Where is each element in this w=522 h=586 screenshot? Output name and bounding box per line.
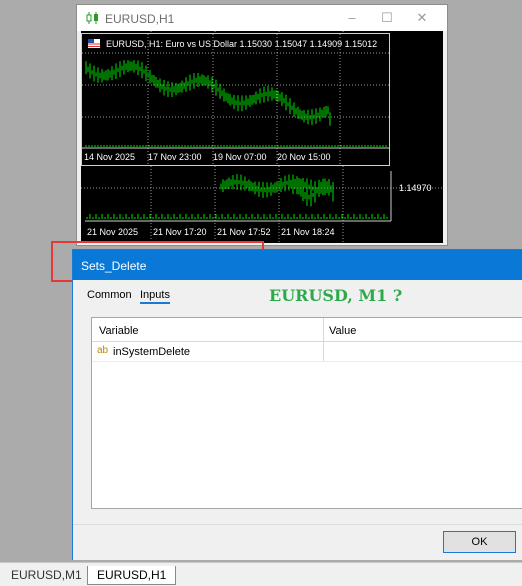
table-header: Variable Value [92,318,522,342]
h1-time-label: 20 Nov 15:00 [277,152,331,162]
close-icon[interactable]: ✕ [407,8,437,28]
column-header-variable[interactable]: Variable [99,325,139,337]
table-row[interactable]: ab inSystemDelete [92,342,522,362]
back-time-label: 21 Nov 2025 [87,227,138,237]
tab-eurusd-h1[interactable]: EURUSD,H1 [87,566,177,585]
dialog-footer: OK [73,524,522,560]
back-price-label: 1.14970 [399,183,432,193]
back-time-label: 21 Nov 17:52 [217,227,271,237]
chart-window-title: EURUSD,H1 [105,12,175,26]
ok-button[interactable]: OK [443,531,516,553]
tab-inputs[interactable]: Inputs [140,289,170,304]
sets-delete-dialog: Sets_Delete Common Inputs EURUSD, M1 ? V… [72,249,522,560]
h1-time-label: 19 Nov 07:00 [213,152,267,162]
tab-common[interactable]: Common [87,289,132,301]
h1-time-label: 14 Nov 2025 [84,152,135,162]
h1-chart-header: EURUSD, H1: Euro vs US Dollar 1.15030 1.… [106,39,377,49]
flag-icon-canton [88,39,94,43]
column-header-value[interactable]: Value [329,325,356,337]
annotation-text: EURUSD, M1 ? [269,286,403,305]
string-type-icon: ab [97,345,109,356]
back-time-label: 21 Nov 18:24 [281,227,335,237]
variable-name: inSystemDelete [113,346,191,358]
maximize-icon[interactable]: ☐ [372,8,402,28]
inputs-table: Variable Value ab inSystemDelete [91,317,522,509]
h1-chart-svg: EURUSD, H1: Euro vs US Dollar 1.15030 1.… [82,34,427,165]
dialog-title: Sets_Delete [81,259,147,273]
h1-time-label: 17 Nov 23:00 [148,152,202,162]
chart-tab-strip: EURUSD,M1 EURUSD,H1 [0,562,522,586]
h1-chart-overlay[interactable]: EURUSD, H1: Euro vs US Dollar 1.15030 1.… [81,33,427,166]
chart-window-titlebar[interactable]: EURUSD,H1 – ☐ ✕ [77,5,447,31]
back-time-label: 21 Nov 17:20 [153,227,207,237]
candlestick-icon [86,12,98,24]
dialog-titlebar[interactable]: Sets_Delete [73,250,522,280]
tab-eurusd-m1[interactable]: EURUSD,M1 [2,566,91,585]
minimize-icon[interactable]: – [337,8,367,28]
